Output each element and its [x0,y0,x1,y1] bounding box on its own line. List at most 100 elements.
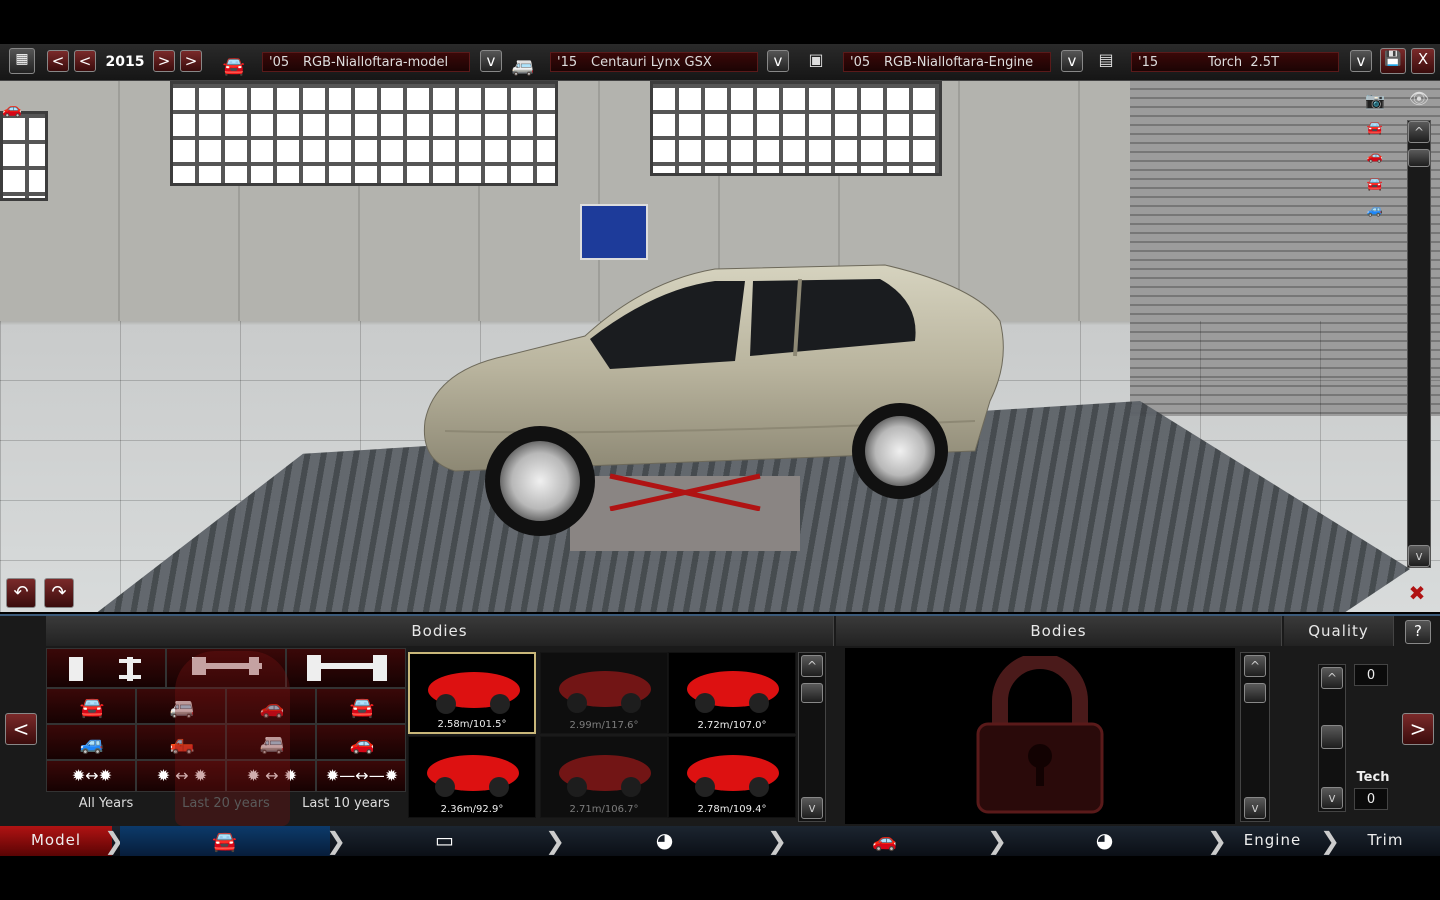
body-step-icon: 🚘 [212,829,238,853]
quality-increase-button[interactable]: ^ [1321,667,1343,689]
body-selection-panel: Bodies Bodies Quality ? < > 🚘 🚐 🚗 🚘 🚙 🛻 … [0,614,1440,826]
engine-block-icon: ▣ [808,50,824,69]
red-car-thumbnail [559,755,651,797]
engine-dropdown-arrow[interactable]: v [1061,50,1083,72]
view-side-icon[interactable]: 🚗 [1356,149,1394,165]
nav-step-design[interactable]: 🚗 [785,826,985,856]
zoom-up-button[interactable]: ^ [1408,121,1430,143]
body-style-sedan[interactable]: 🚘 [46,688,136,724]
tech-value: 0 [1354,788,1388,810]
year-next-fast-button[interactable]: > [180,50,202,72]
convertible-icon: 🚗 [349,731,375,755]
designer-step-nav: Model ❯ 🚘 ❯ ▭ ❯ ◕ ❯ 🚗 ❯ ◕ ❯ Engine ❯ Tri… [0,826,1440,856]
close-button[interactable]: X [1411,48,1435,74]
body-style-convertible[interactable]: 🚗 [316,724,406,760]
bodies-header: Bodies [46,616,834,646]
nav-step-engine[interactable]: Engine [1225,826,1320,856]
detail-scroll-up[interactable]: ^ [1244,655,1266,677]
red-car-thumbnail [428,672,520,714]
year-next-button[interactable]: > [153,50,175,72]
quality-header: Quality [1284,616,1394,646]
help-button[interactable]: ? [1405,620,1431,644]
tech-label: Tech [1356,770,1390,785]
panel-next-button[interactable]: > [1402,713,1434,745]
body-thumb-1[interactable]: 2.58m/101.5° [408,652,536,734]
engine-variant-dropdown[interactable]: '15 Torch 2.5T [1131,52,1339,72]
chassis-type-spaceframe[interactable] [286,648,406,688]
save-icon[interactable]: 💾 [1380,48,1406,74]
nav-step-lights[interactable]: ◕ [1005,826,1205,856]
filter-all-years[interactable]: All Years [46,796,166,811]
body-thumb-label: 2.36m/92.9° [440,804,504,815]
wheelbase-xlong-icon: ✹—↔—✹ [325,766,399,785]
car-design-step-icon: 🚗 [872,828,898,852]
bodies-scroll-thumb[interactable] [801,683,823,703]
camera-icon[interactable]: 📷 [1356,91,1394,110]
zoom-scroll-thumb[interactable] [1408,149,1430,167]
detail-scrollbar[interactable]: ^ v [1240,652,1270,822]
body-thumb-3[interactable]: 2.72m/107.0° [668,652,796,734]
view-rear-icon[interactable]: 🚘 [1356,177,1394,193]
quality-slider-thumb[interactable] [1321,725,1343,749]
family-dropdown-arrow[interactable]: v [767,50,789,72]
chassis-step-icon: ▭ [435,828,455,852]
body-style-coupe[interactable]: 🚘 [316,688,406,724]
view-front-icon[interactable]: 🚘 [1356,121,1394,137]
lights-step-icon: ◕ [1095,828,1115,852]
detail-scroll-down[interactable]: v [1244,797,1266,819]
model-dropdown[interactable]: '05 RGB-Nialloftara-model [262,52,470,72]
body-thumb-label: 2.78m/109.4° [697,804,767,815]
chassis-type-ladder[interactable] [46,648,166,688]
ladder-frame-icon [69,657,141,681]
filter-last-10-years[interactable]: Last 10 years [286,796,406,811]
bodies-scrollbar[interactable]: ^ v [798,652,826,822]
view-car-icon[interactable]: 🚗 [2,99,42,119]
quality-value: 0 [1354,664,1388,686]
bodies-scroll-down[interactable]: v [801,797,823,819]
body-thumb-2[interactable]: 2.99m/117.6° [540,652,668,734]
garage-window-left [170,81,558,186]
body-style-suv[interactable]: 🚙 [46,724,136,760]
car-3d-model[interactable] [415,261,1015,541]
camera-zoom-scrollbar[interactable]: ^ v [1407,120,1431,568]
top-toolbar: ▦ < < 2015 > > 🚘 '05 RGB-Nialloftara-mode… [0,44,1440,81]
redo-icon[interactable]: ↷ [44,578,74,608]
red-car-thumbnail [559,671,651,713]
model-dropdown-arrow[interactable]: v [480,50,502,72]
nav-step-chassis[interactable]: ▭ [345,826,545,856]
nav-step-suspension[interactable]: ◕ [565,826,765,856]
wheelbase-xlong[interactable]: ✹—↔—✹ [316,760,406,792]
year-prev-fast-button[interactable]: < [47,50,69,72]
body-thumb-label: 2.71m/106.7° [569,804,639,815]
body-detail-view [845,648,1235,824]
body-thumb-5[interactable]: 2.71m/106.7° [540,736,668,818]
quality-decrease-button[interactable]: v [1321,787,1343,809]
family-dropdown[interactable]: '15 Centauri Lynx GSX [550,52,758,72]
panel-prev-button[interactable]: < [5,713,37,745]
lock-icon [976,656,1104,814]
calendar-icon[interactable]: ▦ [9,48,35,74]
red-car-thumbnail [687,755,779,797]
view-top-icon[interactable]: 🚙 [1356,203,1394,219]
car-3d-viewport[interactable]: 🚗 📷 👁 🚘 🚗 🚘 🚙 ^ v ✖ ↶ ↷ [0,81,1440,612]
nav-step-trim[interactable]: Trim [1338,826,1433,856]
engine-dropdown[interactable]: '05 RGB-Nialloftara-Engine [843,52,1051,72]
nav-step-model[interactable]: Model [0,826,112,856]
engine-variant-dropdown-arrow[interactable]: v [1350,50,1372,72]
body-detail-header: Bodies [836,616,1282,646]
zoom-down-button[interactable]: v [1408,545,1430,567]
reset-view-icon[interactable]: ✖ [1402,581,1432,605]
eye-icon[interactable]: 👁 [1400,89,1438,108]
spaceframe-icon [307,655,387,681]
quality-slider[interactable]: ^ v [1318,664,1346,812]
year-prev-button[interactable]: < [74,50,96,72]
nav-step-body[interactable]: 🚘 [120,826,330,856]
wheelbase-short[interactable]: ✹↔✹ [46,760,136,792]
body-thumb-4[interactable]: 2.36m/92.9° [408,736,536,818]
undo-icon[interactable]: ↶ [6,578,36,608]
body-thumb-6[interactable]: 2.78m/109.4° [668,736,796,818]
bodies-scroll-up[interactable]: ^ [801,655,823,677]
detail-scroll-thumb[interactable] [1244,683,1266,703]
filter-last-20-years[interactable]: Last 20 years [166,796,286,811]
garage-window-edge [0,111,48,201]
